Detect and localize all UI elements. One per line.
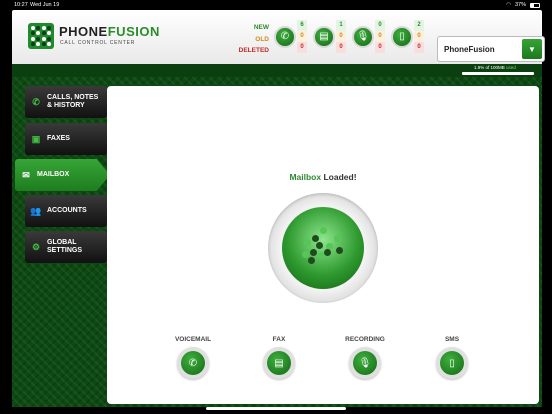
stat-deleted-count: 0: [336, 42, 346, 53]
chevron-down-icon[interactable]: ▼: [522, 39, 542, 59]
tile-label: RECORDING: [345, 336, 385, 343]
sidebar-item-label: ACCOUNTS: [47, 207, 87, 214]
status-indicators: ◠ 37%: [506, 2, 540, 8]
document-icon: ▤: [267, 351, 291, 375]
battery-icon: [530, 2, 540, 8]
brand-name: PHONEFUSION: [59, 24, 160, 39]
battery-percent: 37%: [514, 2, 526, 8]
account-name: PhoneFusion: [444, 45, 495, 54]
status-date: Wed Jun 19: [30, 2, 60, 8]
mailbox-loader: [268, 193, 378, 303]
sms-tile[interactable]: SMS ▯: [427, 336, 477, 379]
message-stats: ✆ 600 ▤ 100 🎙 000 ▯ 200: [274, 20, 424, 53]
sidebar-item-label: MAILBOX: [37, 171, 70, 178]
mailbox-status: Mailbox Loaded!: [289, 172, 357, 182]
brand-subtitle: CALL CONTROL CENTER: [60, 40, 136, 46]
wifi-icon: ◠: [506, 2, 511, 8]
tile-label: FAX: [272, 336, 286, 343]
mobile-icon: ▯: [440, 351, 464, 375]
status-bar: 10:27 Wed Jun 19 ◠ 37%: [0, 0, 552, 10]
stat-new-count: 2: [414, 20, 424, 31]
microphone-icon: 🎙: [352, 25, 374, 48]
stat-label-new: NEW: [253, 24, 269, 31]
tile-label: VOICEMAIL: [174, 336, 212, 343]
sidebar-item-calls[interactable]: ✆ CALLS, NOTES & HISTORY: [25, 86, 107, 118]
sidebar-item-mailbox[interactable]: ✉ MAILBOX: [15, 159, 110, 191]
fax-tile[interactable]: FAX ▤: [254, 336, 304, 379]
stat-old-count: 0: [375, 31, 385, 42]
microphone-icon: 🎙: [353, 351, 377, 375]
stat-new-count: 0: [375, 20, 385, 31]
stat-labels: NEW OLD DELETED: [227, 22, 269, 57]
stat-old-count: 0: [414, 31, 424, 42]
app-header: PHONEFUSION CALL CONTROL CENTER NEW OLD …: [12, 10, 545, 64]
sidebar-item-accounts[interactable]: 👥 ACCOUNTS: [25, 195, 107, 227]
recording-tile[interactable]: RECORDING 🎙: [340, 336, 390, 379]
voicemail-tile[interactable]: VOICEMAIL ✆: [168, 336, 218, 379]
envelope-icon: ✉: [22, 169, 30, 180]
home-indicator[interactable]: [206, 407, 346, 410]
stat-deleted-count: 0: [375, 42, 385, 53]
users-icon: 👥: [30, 205, 42, 216]
main-panel: Mailbox Loaded! VOICEMAIL ✆ FAX ▤ RECORD: [107, 86, 539, 404]
sidebar-item-label: CALLS, NOTES & HISTORY: [47, 94, 99, 109]
stat-new-count: 1: [336, 20, 346, 31]
sidebar-item-faxes[interactable]: ▣ FAXES: [25, 123, 107, 155]
storage-usage-text: 1.9% of 100MB used: [474, 65, 516, 70]
stat-group-sms[interactable]: ▯ 200: [391, 20, 424, 53]
phone-icon: ✆: [274, 25, 296, 48]
account-selector[interactable]: PhoneFusion ▼: [437, 36, 545, 62]
stat-group-recording[interactable]: 🎙 000: [352, 20, 385, 53]
status-time: 10:27: [14, 2, 28, 8]
stat-label-deleted: DELETED: [238, 47, 269, 54]
sidebar-item-label: GLOBAL SETTINGS: [47, 239, 83, 254]
phone-icon: ✆: [32, 96, 40, 107]
fax-icon: ▣: [31, 133, 41, 144]
tile-label: SMS: [444, 336, 460, 343]
loader-orb-icon: [282, 207, 364, 289]
gear-icon: ⚙: [31, 241, 41, 252]
mobile-icon: ▯: [391, 25, 413, 48]
stat-deleted-count: 0: [297, 42, 307, 53]
storage-progress: [462, 72, 534, 75]
document-icon: ▤: [313, 25, 335, 48]
sidebar-item-settings[interactable]: ⚙ GLOBAL SETTINGS: [25, 231, 107, 263]
phonefusion-logo-icon: [28, 23, 54, 49]
stat-old-count: 0: [336, 31, 346, 42]
stat-group-fax[interactable]: ▤ 100: [313, 20, 346, 53]
stat-deleted-count: 0: [414, 42, 424, 53]
stat-old-count: 0: [297, 31, 307, 42]
stat-group-voicemail[interactable]: ✆ 600: [274, 20, 307, 53]
storage-bar: 1.9% of 100MB used: [12, 64, 542, 77]
sidebar-item-label: FAXES: [47, 135, 70, 142]
stat-new-count: 6: [297, 20, 307, 31]
stat-label-old: OLD: [255, 35, 269, 43]
phone-icon: ✆: [181, 351, 205, 375]
